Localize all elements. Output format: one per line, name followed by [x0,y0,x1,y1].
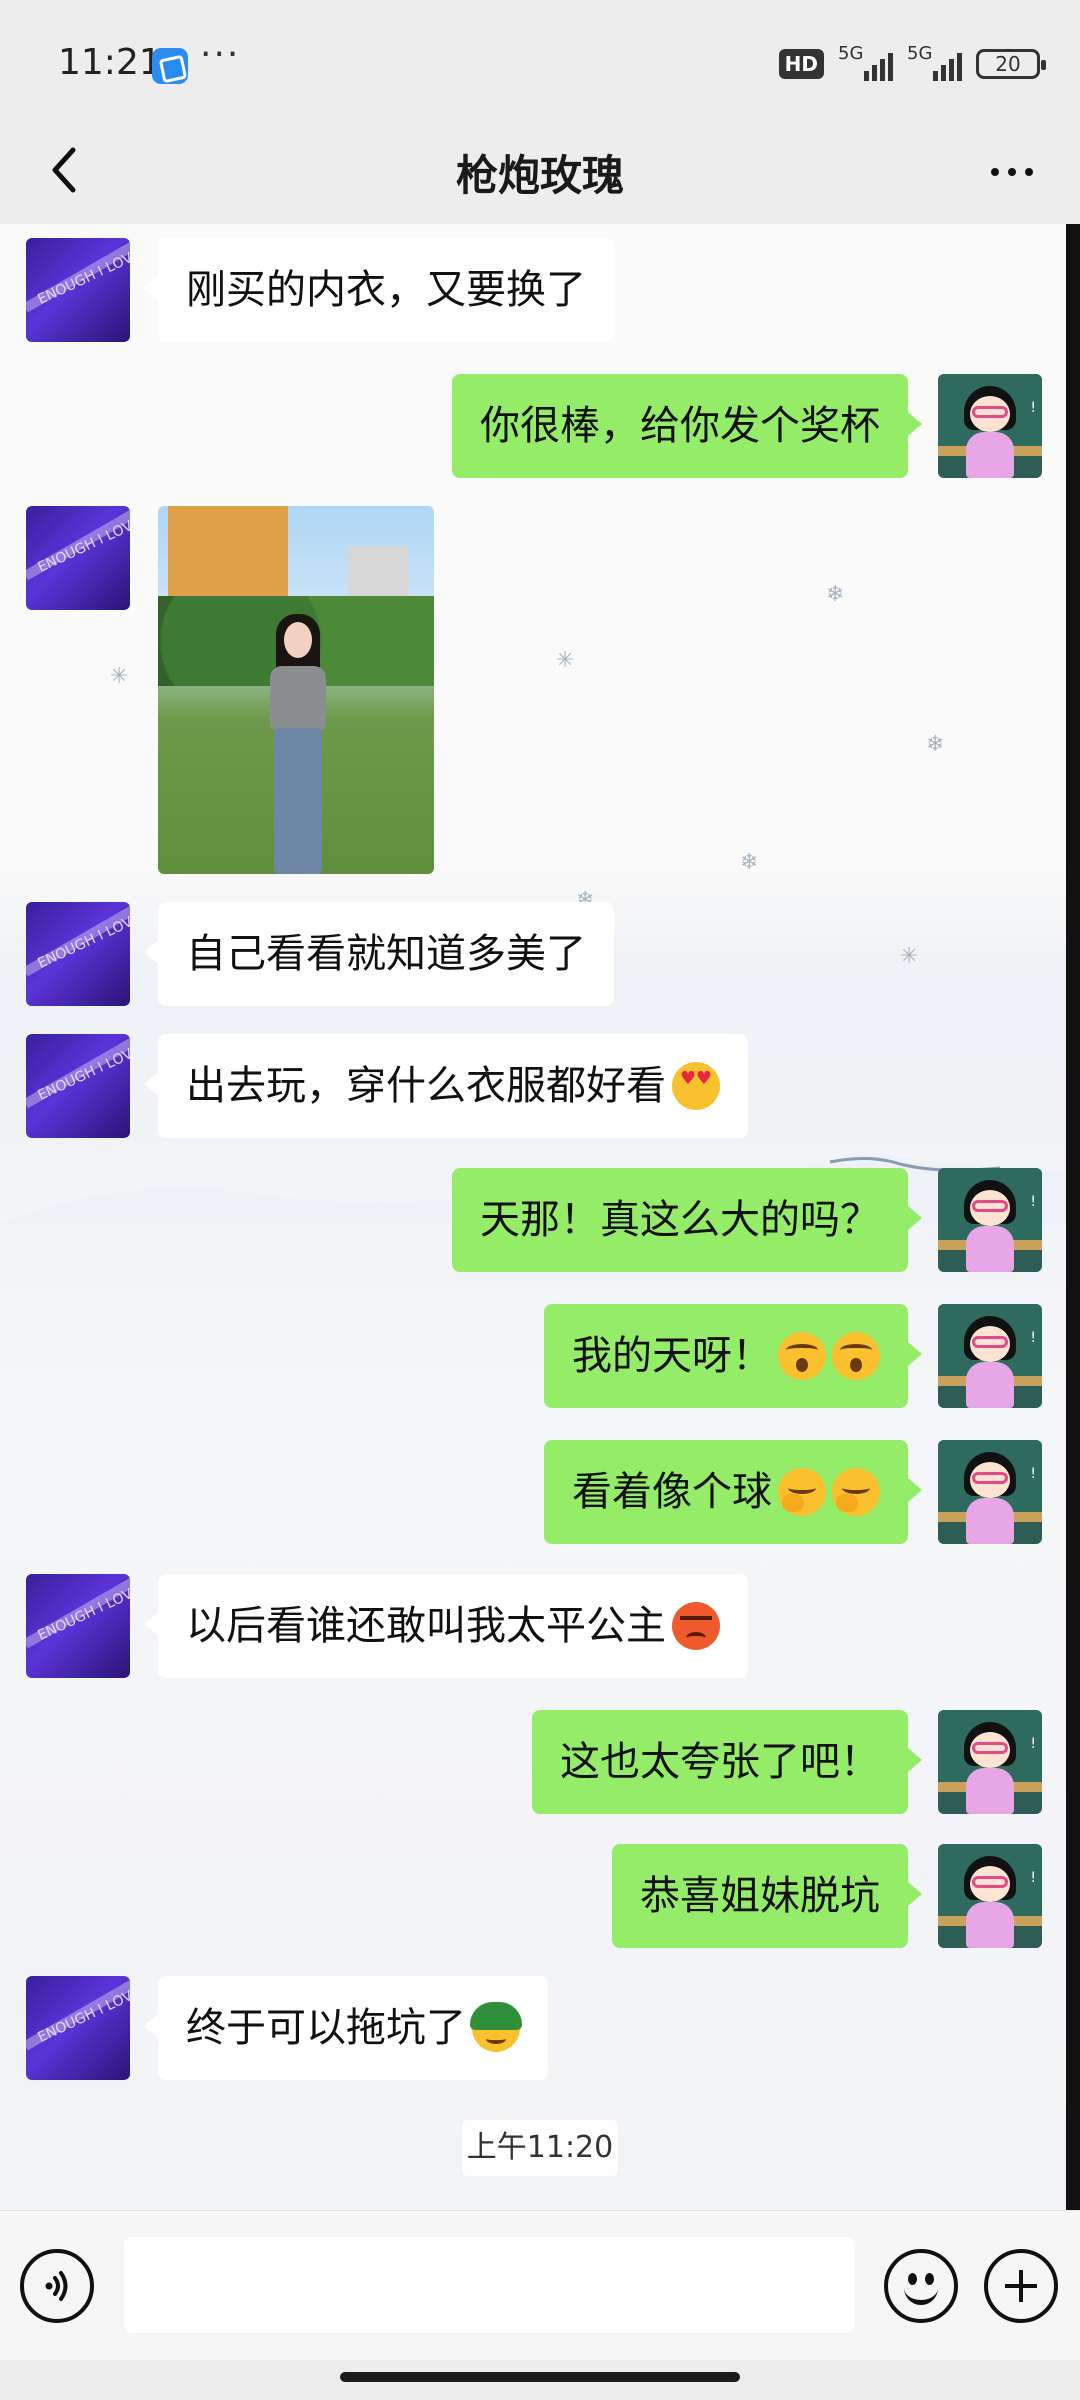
emoji-button[interactable] [884,2249,958,2323]
message-text: 终于可以拖坑了 [186,2005,466,2051]
signal-icon: 5G [838,43,893,81]
message-input[interactable] [124,2237,854,2333]
shocked-emoji-icon [778,1332,826,1380]
status-time: 11:21 [58,42,162,83]
message-row: ENOUGH I LOVE YOU 自己看看就知道多美了 [0,902,1066,1006]
message-bubble-outgoing[interactable]: 恭喜姐妹脱坑 [612,1844,922,1948]
chat-title: 枪炮玫瑰 [455,151,624,200]
status-bar: 11:21 ··· HD 5G 5G 20 [0,0,1080,120]
message-text: 我的天呀！ [572,1333,772,1379]
message-row: ENOUGH I LOVE YOU 出去玩，穿什么衣服都好看 [0,1034,1066,1138]
message-timestamp: 上午11:20 [462,2120,618,2176]
contact-avatar[interactable]: ENOUGH I LOVE YOU [26,506,130,610]
message-text: 以后看谁还敢叫我太平公主 [186,1603,666,1649]
my-avatar[interactable]: ! [938,1844,1042,1948]
message-row: 天那！真这么大的吗？ ! [0,1168,1066,1272]
more-options-button[interactable] [980,142,1044,202]
heart-eyes-emoji-icon [672,1062,720,1110]
message-bubble-outgoing[interactable]: 我的天呀！ [544,1304,922,1408]
message-bubble-outgoing[interactable]: 你很棒，给你发个奖杯 [452,374,922,478]
message-bubble-incoming[interactable]: 以后看谁还敢叫我太平公主 [144,1574,748,1678]
chat-input-bar [0,2210,1080,2360]
contact-avatar[interactable]: ENOUGH I LOVE YOU [26,238,130,342]
message-row: ENOUGH I LOVE YOU 刚买的内衣，又要换了 [0,238,1066,342]
snowflake-decoration: ✳ [556,648,575,673]
message-bubble-outgoing[interactable]: 天那！真这么大的吗？ [452,1168,922,1272]
message-row: 恭喜姐妹脱坑 ! [0,1844,1066,1948]
giggle-emoji-icon [778,1468,826,1516]
status-more-icon: ··· [200,34,241,75]
message-text: 刚买的内衣，又要换了 [186,267,586,313]
message-row: ENOUGH I LOVE YOU 以后看谁还敢叫我太平公主 [0,1574,1066,1678]
hd-icon: HD [778,49,824,79]
message-row: 我的天呀！ ! [0,1304,1066,1408]
avatar-neon-text: ENOUGH I LOVE YOU [35,902,130,972]
voice-icon [45,2271,68,2301]
smiley-icon [908,2273,917,2285]
home-indicator[interactable] [340,2372,740,2382]
message-text: 这也太夸张了吧！ [560,1739,880,1785]
message-text: 恭喜姐妹脱坑 [640,1873,880,1919]
message-text: 天那！真这么大的吗？ [480,1197,880,1243]
avatar-neon-text: ENOUGH I LOVE YOU [35,238,130,308]
status-indicators: HD 5G 5G 20 [778,43,1046,84]
avatar-neon-text: ENOUGH I LOVE YOU [35,1574,130,1644]
my-avatar[interactable]: ! [938,1710,1042,1814]
avatar-neon-text: ENOUGH I LOVE YOU [35,1976,130,2046]
signal-label: 5G [907,43,933,64]
signal-label: 5G [838,43,864,64]
my-avatar[interactable]: ! [938,1304,1042,1408]
angry-emoji-icon [672,1602,720,1650]
my-avatar[interactable]: ! [938,1440,1042,1544]
avatar-neon-text: ENOUGH I LOVE YOU [35,506,130,576]
message-row: 这也太夸张了吧！ ! [0,1710,1066,1814]
snowflake-decoration: ✳ [110,664,129,689]
giggle-emoji-icon [832,1468,880,1516]
message-text: 看着像个球 [572,1469,772,1515]
my-avatar[interactable]: ! [938,1168,1042,1272]
message-bubble-incoming[interactable]: 自己看看就知道多美了 [144,902,614,1006]
message-bubble-outgoing[interactable]: 看着像个球 [544,1440,922,1544]
more-functions-button[interactable] [984,2249,1058,2323]
message-text: 出去玩，穿什么衣服都好看 [186,1063,666,1109]
message-text: 你很棒，给你发个奖杯 [480,403,880,449]
chat-header: 枪炮玫瑰 [0,120,1080,224]
message-row: 你很棒，给你发个奖杯 ! [0,374,1066,478]
battery-icon: 20 [976,49,1046,79]
helmet-emoji-icon [470,2002,522,2052]
message-image[interactable] [158,506,434,874]
snowflake-decoration: ❄ [740,850,759,875]
shocked-emoji-icon [832,1332,880,1380]
contact-avatar[interactable]: ENOUGH I LOVE YOU [26,1976,130,2080]
voice-input-button[interactable] [20,2249,94,2323]
message-bubble-incoming[interactable]: 刚买的内衣，又要换了 [144,238,614,342]
contact-avatar[interactable]: ENOUGH I LOVE YOU [26,902,130,1006]
message-text: 自己看看就知道多美了 [186,931,586,977]
chat-message-list[interactable]: ❄ ✳ ✳ ❄ ❄ ✳ ❄ ENOUGH I LOVE YOU 刚买的内衣，又要… [0,224,1080,2210]
contact-avatar[interactable]: ENOUGH I LOVE YOU [26,1574,130,1678]
message-bubble-outgoing[interactable]: 这也太夸张了吧！ [532,1710,922,1814]
contact-avatar[interactable]: ENOUGH I LOVE YOU [26,1034,130,1138]
my-avatar[interactable]: ! [938,374,1042,478]
signal-icon: 5G [907,43,962,81]
message-row: ENOUGH I LOVE YOU 终于可以拖坑了 [0,1976,1066,2080]
message-row: 看着像个球 ! [0,1440,1066,1544]
snowflake-decoration: ❄ [926,732,945,757]
message-bubble-incoming[interactable]: 终于可以拖坑了 [144,1976,548,2080]
avatar-neon-text: ENOUGH I LOVE YOU [35,1034,130,1104]
more-dots-icon [991,168,999,176]
app-notification-icon [152,48,188,84]
message-bubble-incoming[interactable]: 出去玩，穿什么衣服都好看 [144,1034,748,1138]
